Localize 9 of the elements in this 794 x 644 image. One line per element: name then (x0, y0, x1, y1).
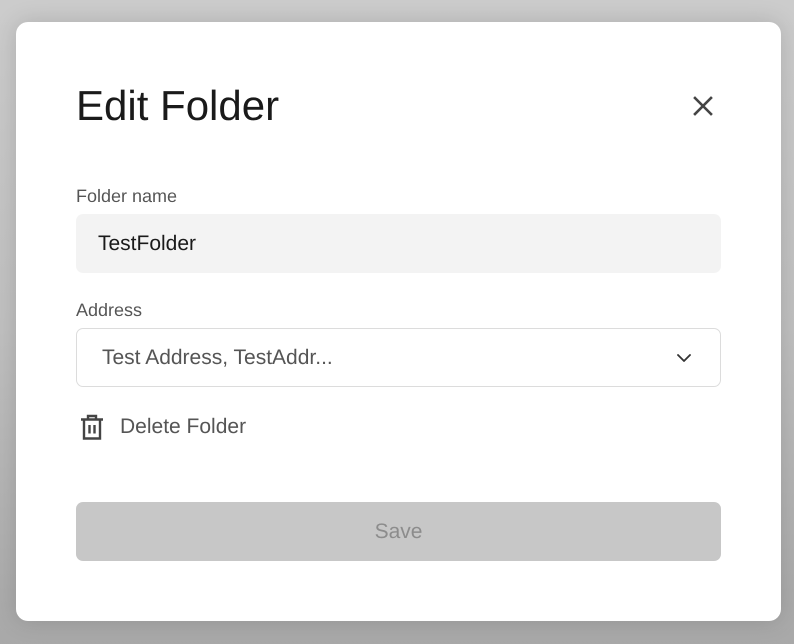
field-label: Address (76, 299, 144, 321)
trash-icon (80, 414, 104, 440)
field-label: Folder name (76, 185, 178, 207)
close-icon (693, 96, 713, 116)
dialog-title: Edit Folder (76, 82, 280, 130)
text-field[interactable]: TestFolder (76, 214, 721, 273)
address-dropdown[interactable]: Test Address, TestAddr... (76, 328, 721, 387)
chevron-down-icon (677, 354, 691, 362)
delete-folder-button[interactable]: Delete Folder (76, 413, 246, 441)
